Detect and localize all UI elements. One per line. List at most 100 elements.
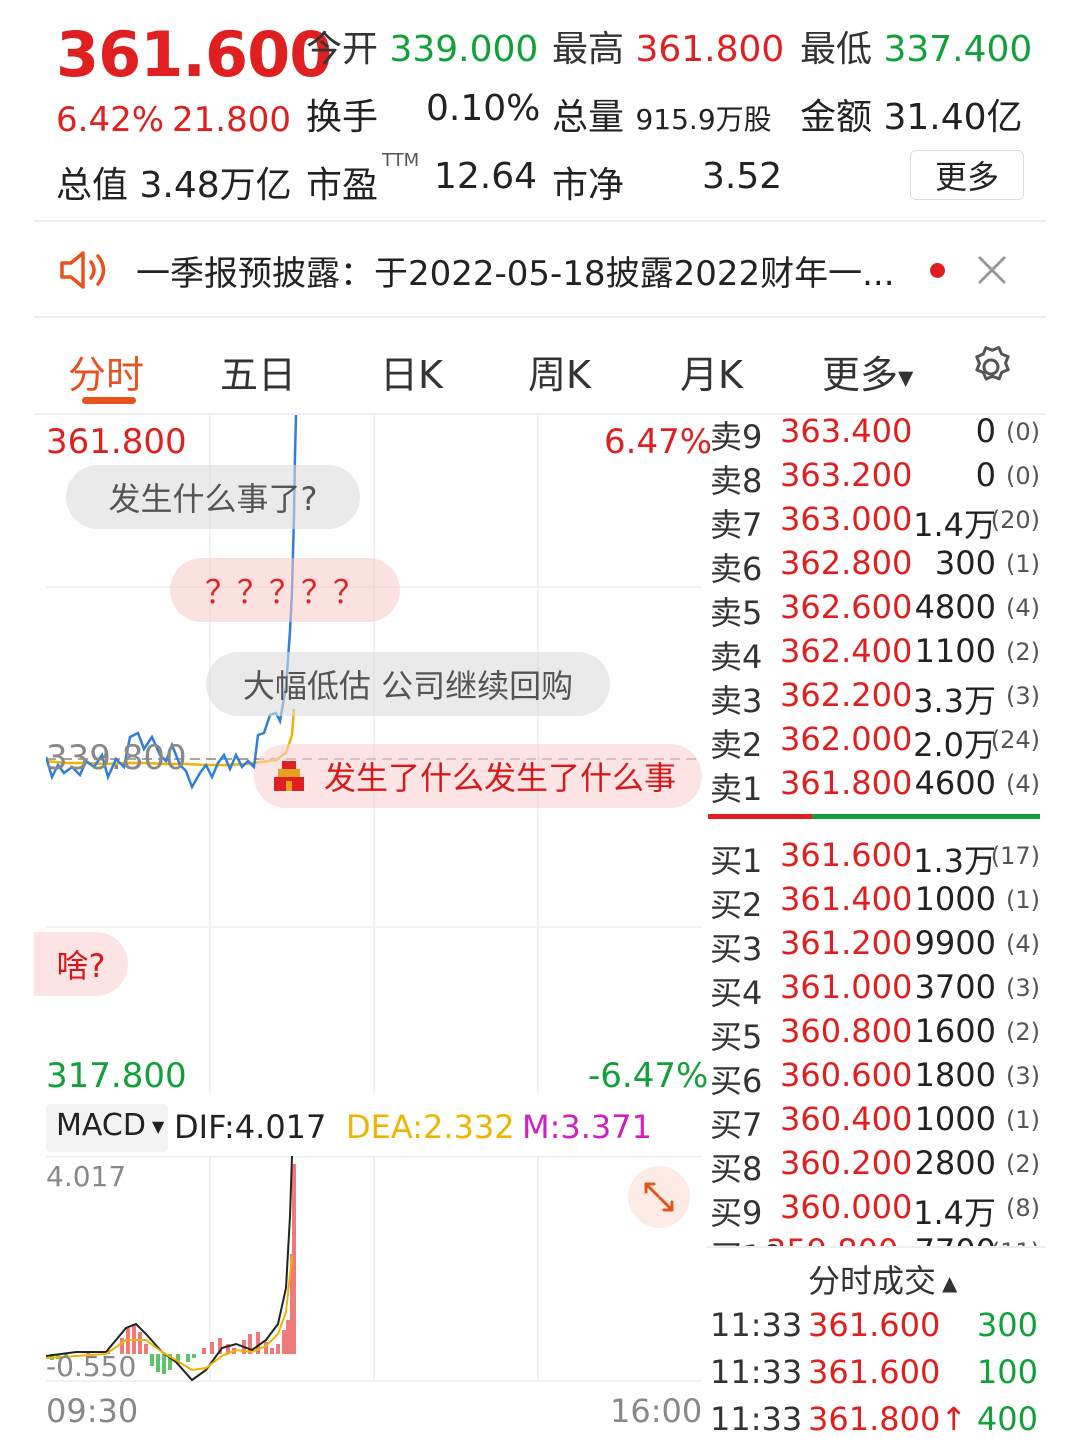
macd-histogram (50, 1164, 296, 1374)
bid-count: (2) (1006, 1150, 1040, 1178)
emblem-icon (274, 761, 304, 791)
bid-row[interactable]: 买2 361.400 1000 (1) (708, 880, 1046, 924)
caret-down-icon: ▼ (898, 365, 914, 390)
ask-row[interactable]: 卖4 362.400 1100 (2) (708, 632, 1046, 676)
macd-bar (276, 1344, 280, 1354)
bid-level-label: 买3 (710, 930, 763, 968)
ask-count: (0) (1006, 462, 1040, 490)
macd-chart[interactable] (46, 1156, 702, 1382)
ask-volume: 2.0万 (913, 726, 996, 764)
ask-price: 362.000 (780, 720, 913, 758)
tab-intraday[interactable]: 分时 (68, 344, 144, 399)
trades-title[interactable]: 分时成交 ▲ (808, 1256, 957, 1302)
caret-down-icon: ▼ (151, 1117, 165, 1136)
chart-end-time: 16:00 (610, 1392, 703, 1430)
macd-top-value: 4.017 (46, 1160, 127, 1193)
ask-row[interactable]: 卖1 361.800 4600 (4) (708, 764, 1046, 808)
bid-ask-ratio-bar (708, 814, 1040, 819)
mktcap-stat: 总值 3.48万亿 (56, 156, 292, 208)
macd-bar (150, 1354, 154, 1366)
volume-stat: 总量 915.9万股 (552, 88, 772, 140)
macd-bottom-value: -0.550 (46, 1350, 137, 1383)
bid-volume: 7700 (915, 1232, 996, 1246)
comment-bubble[interactable]: 啥? (34, 932, 128, 996)
tab-monthly-k[interactable]: 月K (680, 344, 743, 399)
more-quote-button[interactable]: 更多 (910, 150, 1024, 200)
comment-bubble[interactable]: 大幅低估 公司继续回购 (206, 652, 610, 716)
high-label: 最高 (552, 29, 625, 70)
comment-bubble[interactable]: ？？？？？ (170, 558, 400, 622)
bid-row[interactable]: 买3 361.200 9900 (4) (708, 924, 1046, 968)
bid-row[interactable]: 买8 360.200 2800 (2) (708, 1144, 1046, 1188)
notice-bar[interactable]: 一季报预披露：于2022-05-18披露2022财年一... (34, 224, 1046, 316)
tab-daily-k[interactable]: 日K (380, 344, 443, 399)
bid-count: (17) (990, 842, 1040, 870)
bid-level-label: 买4 (710, 974, 763, 1012)
ask-price: 363.400 (780, 412, 913, 450)
macd-bar (286, 1320, 290, 1354)
ask-row[interactable]: 卖5 362.600 4800 (4) (708, 588, 1046, 632)
bid-volume: 1000 (914, 1100, 996, 1138)
bid-row-clipped: 买10359.8007700(11) (708, 1232, 1046, 1246)
tab-more[interactable]: 更多▼ (822, 344, 913, 399)
pb-value: 3.52 (702, 156, 783, 197)
ask-count: (20) (990, 506, 1040, 534)
low-label: 最低 (800, 29, 873, 70)
ask-row[interactable]: 卖6 362.800 300 (1) (708, 544, 1046, 588)
bid-volume: 9900 (914, 924, 996, 962)
macd-bar (138, 1332, 142, 1354)
ask-level-label: 卖1 (710, 770, 763, 808)
divider (34, 220, 1046, 222)
ask-volume: 0 (975, 412, 996, 450)
ask-volume: 3.3万 (913, 682, 996, 720)
amount-value: 31.40亿 (883, 97, 1023, 138)
bid-ask-ratio-ask (708, 814, 812, 819)
tab-weekly-k[interactable]: 周K (528, 344, 591, 399)
trade-time: 11:33 (710, 1400, 803, 1438)
indicator-selector[interactable]: MACD ▼ (46, 1104, 168, 1152)
ask-volume: 1.4万 (913, 506, 996, 544)
bid-row[interactable]: 买7 360.400 1000 (1) (708, 1100, 1046, 1144)
ask-volume: 0 (975, 456, 996, 494)
ask-row[interactable]: 卖9 363.400 0 (0) (708, 412, 1046, 456)
bid-row[interactable]: 买6 360.600 1800 (3) (708, 1056, 1046, 1100)
high-stat: 最高 361.800 (552, 20, 784, 72)
ask-row[interactable]: 卖2 362.000 2.0万 (24) (708, 720, 1046, 764)
ask-level-label: 卖2 (710, 726, 763, 764)
ask-level-label: 卖9 (710, 418, 763, 456)
bid-volume: 2800 (914, 1144, 996, 1182)
amount-label: 金额 (800, 97, 873, 138)
pe-ttm-superscript: TTM (382, 150, 420, 171)
bid-row[interactable]: 买4 361.000 3700 (3) (708, 968, 1046, 1012)
ask-row[interactable]: 卖8 363.200 0 (0) (708, 456, 1046, 500)
bid-volume: 1000 (914, 880, 996, 918)
ask-level-label: 卖5 (710, 594, 763, 632)
expand-button[interactable] (628, 1166, 690, 1228)
ask-count: (3) (1006, 682, 1040, 710)
ask-count: (1) (1006, 550, 1040, 578)
ask-row[interactable]: 卖3 362.200 3.3万 (3) (708, 676, 1046, 720)
macd-m: M:3.371 (522, 1108, 652, 1146)
trade-time: 11:33 (710, 1353, 803, 1391)
tab-five-day[interactable]: 五日 (220, 344, 296, 399)
active-tab-indicator (82, 397, 136, 404)
macd-bar (270, 1348, 274, 1354)
macd-bar (192, 1354, 196, 1358)
comment-bubble-highlight[interactable]: 发生了什么发生了什么事 (254, 744, 702, 808)
close-icon[interactable] (975, 253, 1009, 287)
bid-row[interactable]: 买1 361.600 1.3万 (17) (708, 836, 1046, 880)
trade-price: 361.600 (808, 1306, 941, 1344)
bid-row[interactable]: 买9 360.000 1.4万 (8) (708, 1188, 1046, 1232)
gear-icon[interactable] (966, 342, 1016, 392)
bid-volume: 1600 (914, 1012, 996, 1050)
ask-level-label: 卖7 (710, 506, 763, 544)
notice-text: 一季报预披露：于2022-05-18披露2022财年一... (136, 253, 895, 294)
ask-volume: 4600 (914, 764, 996, 802)
ask-row[interactable]: 卖7 363.000 1.4万 (20) (708, 500, 1046, 544)
pe-value: 12.64 (434, 156, 538, 197)
turnover-value: 0.10% (426, 88, 541, 129)
comment-bubble[interactable]: 发生什么事了? (66, 465, 360, 529)
macd-dif: DIF:4.017 (174, 1108, 327, 1146)
bid-row[interactable]: 买5 360.800 1600 (2) (708, 1012, 1046, 1056)
indicator-name: MACD (56, 1108, 146, 1143)
